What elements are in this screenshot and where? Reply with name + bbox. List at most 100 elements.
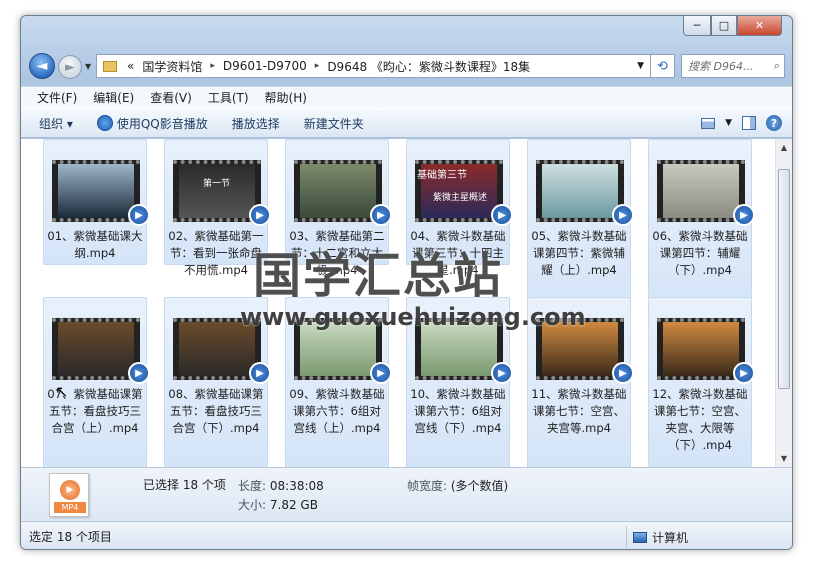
vertical-scrollbar[interactable]: ▲ ▼ [775, 139, 792, 467]
thumbnail-caption: 第一节 [203, 179, 231, 189]
new-folder-label: 新建文件夹 [303, 116, 364, 131]
file-name: 02、紫微基础第一节：看到一张命盘不用慌.mp4 [168, 229, 264, 277]
address-dropdown-icon[interactable]: ▼ [631, 61, 650, 71]
breadcrumb-overflow[interactable]: « [123, 59, 138, 73]
play-selection-button[interactable]: 播放选择 [224, 115, 288, 132]
organize-button[interactable]: 组织 ▾ [31, 115, 81, 132]
video-thumbnail: 第一节 [173, 160, 261, 222]
selection-count: 已选择 18 个项 [143, 478, 226, 492]
video-thumbnail [52, 318, 140, 380]
menu-bar: 文件(F) 编辑(E) 查看(V) 工具(T) 帮助(H) [21, 86, 792, 108]
file-name: 01、紫微基础课大纲.mp4 [47, 229, 143, 260]
file-item[interactable]: ▶ 01、紫微基础课大纲.mp4 [43, 139, 150, 265]
qq-player-icon: ▶ [370, 362, 392, 384]
search-icon: ⌕ [773, 59, 780, 72]
menu-file[interactable]: 文件(F) [29, 89, 85, 106]
watermark-title: 国学汇总站 [253, 248, 504, 304]
file-name: 08、紫微基础课第五节：看盘技巧三合宫（下）.mp4 [168, 387, 264, 435]
breadcrumb-separator-icon[interactable]: ▸ [206, 61, 219, 71]
file-name: 06、紫微斗数基础课第四节：辅耀（下）.mp4 [652, 229, 748, 277]
length-label: 长度: [238, 479, 267, 493]
video-thumbnail [294, 160, 382, 222]
qq-player-icon: ▶ [612, 204, 634, 226]
breadcrumb-item[interactable]: 国学资料馆 [138, 58, 206, 75]
qq-player-icon: ▶ [128, 204, 150, 226]
back-button[interactable]: ◄ [29, 53, 55, 79]
mouse-cursor-icon: ↖ [55, 382, 69, 401]
search-input[interactable]: 搜索 D964... ⌕ [681, 54, 785, 78]
status-bar: 选定 18 个项目 计算机 [21, 521, 792, 549]
qq-player-icon: ▶ [249, 362, 271, 384]
qq-player-icon: ▶ [370, 204, 392, 226]
status-text: 选定 18 个项目 [29, 530, 112, 544]
thumbnail-caption: 基础第三节 [417, 170, 467, 181]
change-view-icon[interactable] [701, 117, 716, 129]
folder-icon [103, 60, 117, 72]
recent-pages-dropdown[interactable]: ▼ [85, 62, 91, 71]
computer-label: 计算机 [652, 531, 689, 545]
file-name: 12、紫微斗数基础课第七节：空宫、夹宫、大限等（下）.mp4 [652, 387, 748, 452]
frame-width-value: (多个数值) [450, 479, 509, 493]
details-pane: ▶ MP4 已选择 18 个项 长度: 08:38:08 大小: 7.82 GB… [21, 467, 792, 521]
arrow-right-icon: ► [65, 59, 75, 75]
refresh-icon: ⟲ [657, 58, 668, 74]
video-thumbnail [536, 160, 624, 222]
mp4-file-icon: ▶ MP4 [49, 473, 89, 517]
qq-player-icon [96, 115, 113, 131]
scrollbar-thumb[interactable] [778, 169, 790, 389]
qq-player-icon: ▶ [612, 362, 634, 384]
length-value: 08:38:08 [269, 479, 324, 493]
qq-player-icon: ▶ [491, 362, 513, 384]
menu-help[interactable]: 帮助(H) [257, 89, 315, 106]
status-divider [626, 526, 627, 548]
play-selection-label: 播放选择 [231, 116, 280, 131]
view-dropdown-icon[interactable]: ▼ [725, 118, 732, 128]
breadcrumb-item[interactable]: D9648 《昀心：紫微斗数课程》18集 [323, 58, 534, 75]
breadcrumb-item[interactable]: D9601-D9700 [219, 59, 311, 73]
watermark-url: www.guoxuehuizong.com [240, 303, 586, 331]
refresh-button[interactable]: ⟲ [651, 54, 675, 78]
frame-width-label: 帧宽度: [407, 479, 448, 493]
minimize-button[interactable]: ─ [683, 16, 711, 36]
size-value: 7.82 GB [269, 498, 318, 512]
scroll-down-icon[interactable]: ▼ [776, 450, 792, 467]
preview-pane-icon[interactable] [742, 116, 756, 130]
breadcrumb-separator-icon[interactable]: ▸ [311, 61, 324, 71]
video-thumbnail [657, 160, 745, 222]
help-glyph: ? [770, 116, 778, 130]
play-qq-label: 使用QQ影音播放 [116, 116, 208, 131]
qq-player-icon: ▶ [128, 362, 150, 384]
new-folder-button[interactable]: 新建文件夹 [296, 115, 372, 132]
size-label: 大小: [238, 498, 267, 512]
qq-player-icon: ▶ [733, 362, 755, 384]
qq-player-icon: ▶ [733, 204, 755, 226]
organize-label: 组织 ▾ [39, 116, 73, 131]
file-name: 10、紫微斗数基础课第六节：6组对宫线（下）.mp4 [410, 387, 506, 435]
file-name: 11、紫微斗数基础课第七节：空宫、夹宫等.mp4 [531, 387, 627, 435]
menu-edit[interactable]: 编辑(E) [85, 89, 142, 106]
qq-player-icon: ▶ [249, 204, 271, 226]
arrow-left-icon: ◄ [36, 58, 48, 74]
menu-tools[interactable]: 工具(T) [200, 89, 257, 106]
mp4-icon-label: MP4 [54, 502, 86, 513]
thumbnail-caption: 紫微主星概述 [433, 193, 488, 203]
menu-view[interactable]: 查看(V) [142, 89, 200, 106]
scroll-up-icon[interactable]: ▲ [776, 139, 792, 156]
qq-player-icon: ▶ [491, 204, 513, 226]
help-icon[interactable]: ? [766, 115, 782, 131]
file-item[interactable]: ▶ 12、紫微斗数基础课第七节：空宫、夹宫、大限等（下）.mp4 [648, 297, 755, 469]
video-thumbnail: 基础第三节紫微主星概述 [415, 160, 503, 222]
maximize-button[interactable]: □ [711, 16, 737, 36]
command-bar: 组织 ▾ 使用QQ影音播放 播放选择 新建文件夹 ▼ ? [21, 108, 792, 138]
play-with-qq-button[interactable]: 使用QQ影音播放 [89, 115, 216, 132]
address-bar[interactable]: « 国学资料馆 ▸ D9601-D9700 ▸ D9648 《昀心：紫微斗数课程… [96, 54, 651, 78]
search-placeholder: 搜索 D964... [688, 60, 754, 73]
computer-icon [633, 532, 647, 543]
file-item[interactable]: ▶ 05、紫微斗数基础课第四节：紫微辅耀（上）.mp4 [527, 139, 634, 311]
file-item[interactable]: ▶ 06、紫微斗数基础课第四节：辅耀（下）.mp4 [648, 139, 755, 311]
play-icon: ▶ [60, 480, 80, 500]
forward-button[interactable]: ► [58, 55, 82, 79]
video-thumbnail [657, 318, 745, 380]
video-thumbnail [52, 160, 140, 222]
close-button[interactable]: ✕ [737, 16, 782, 36]
